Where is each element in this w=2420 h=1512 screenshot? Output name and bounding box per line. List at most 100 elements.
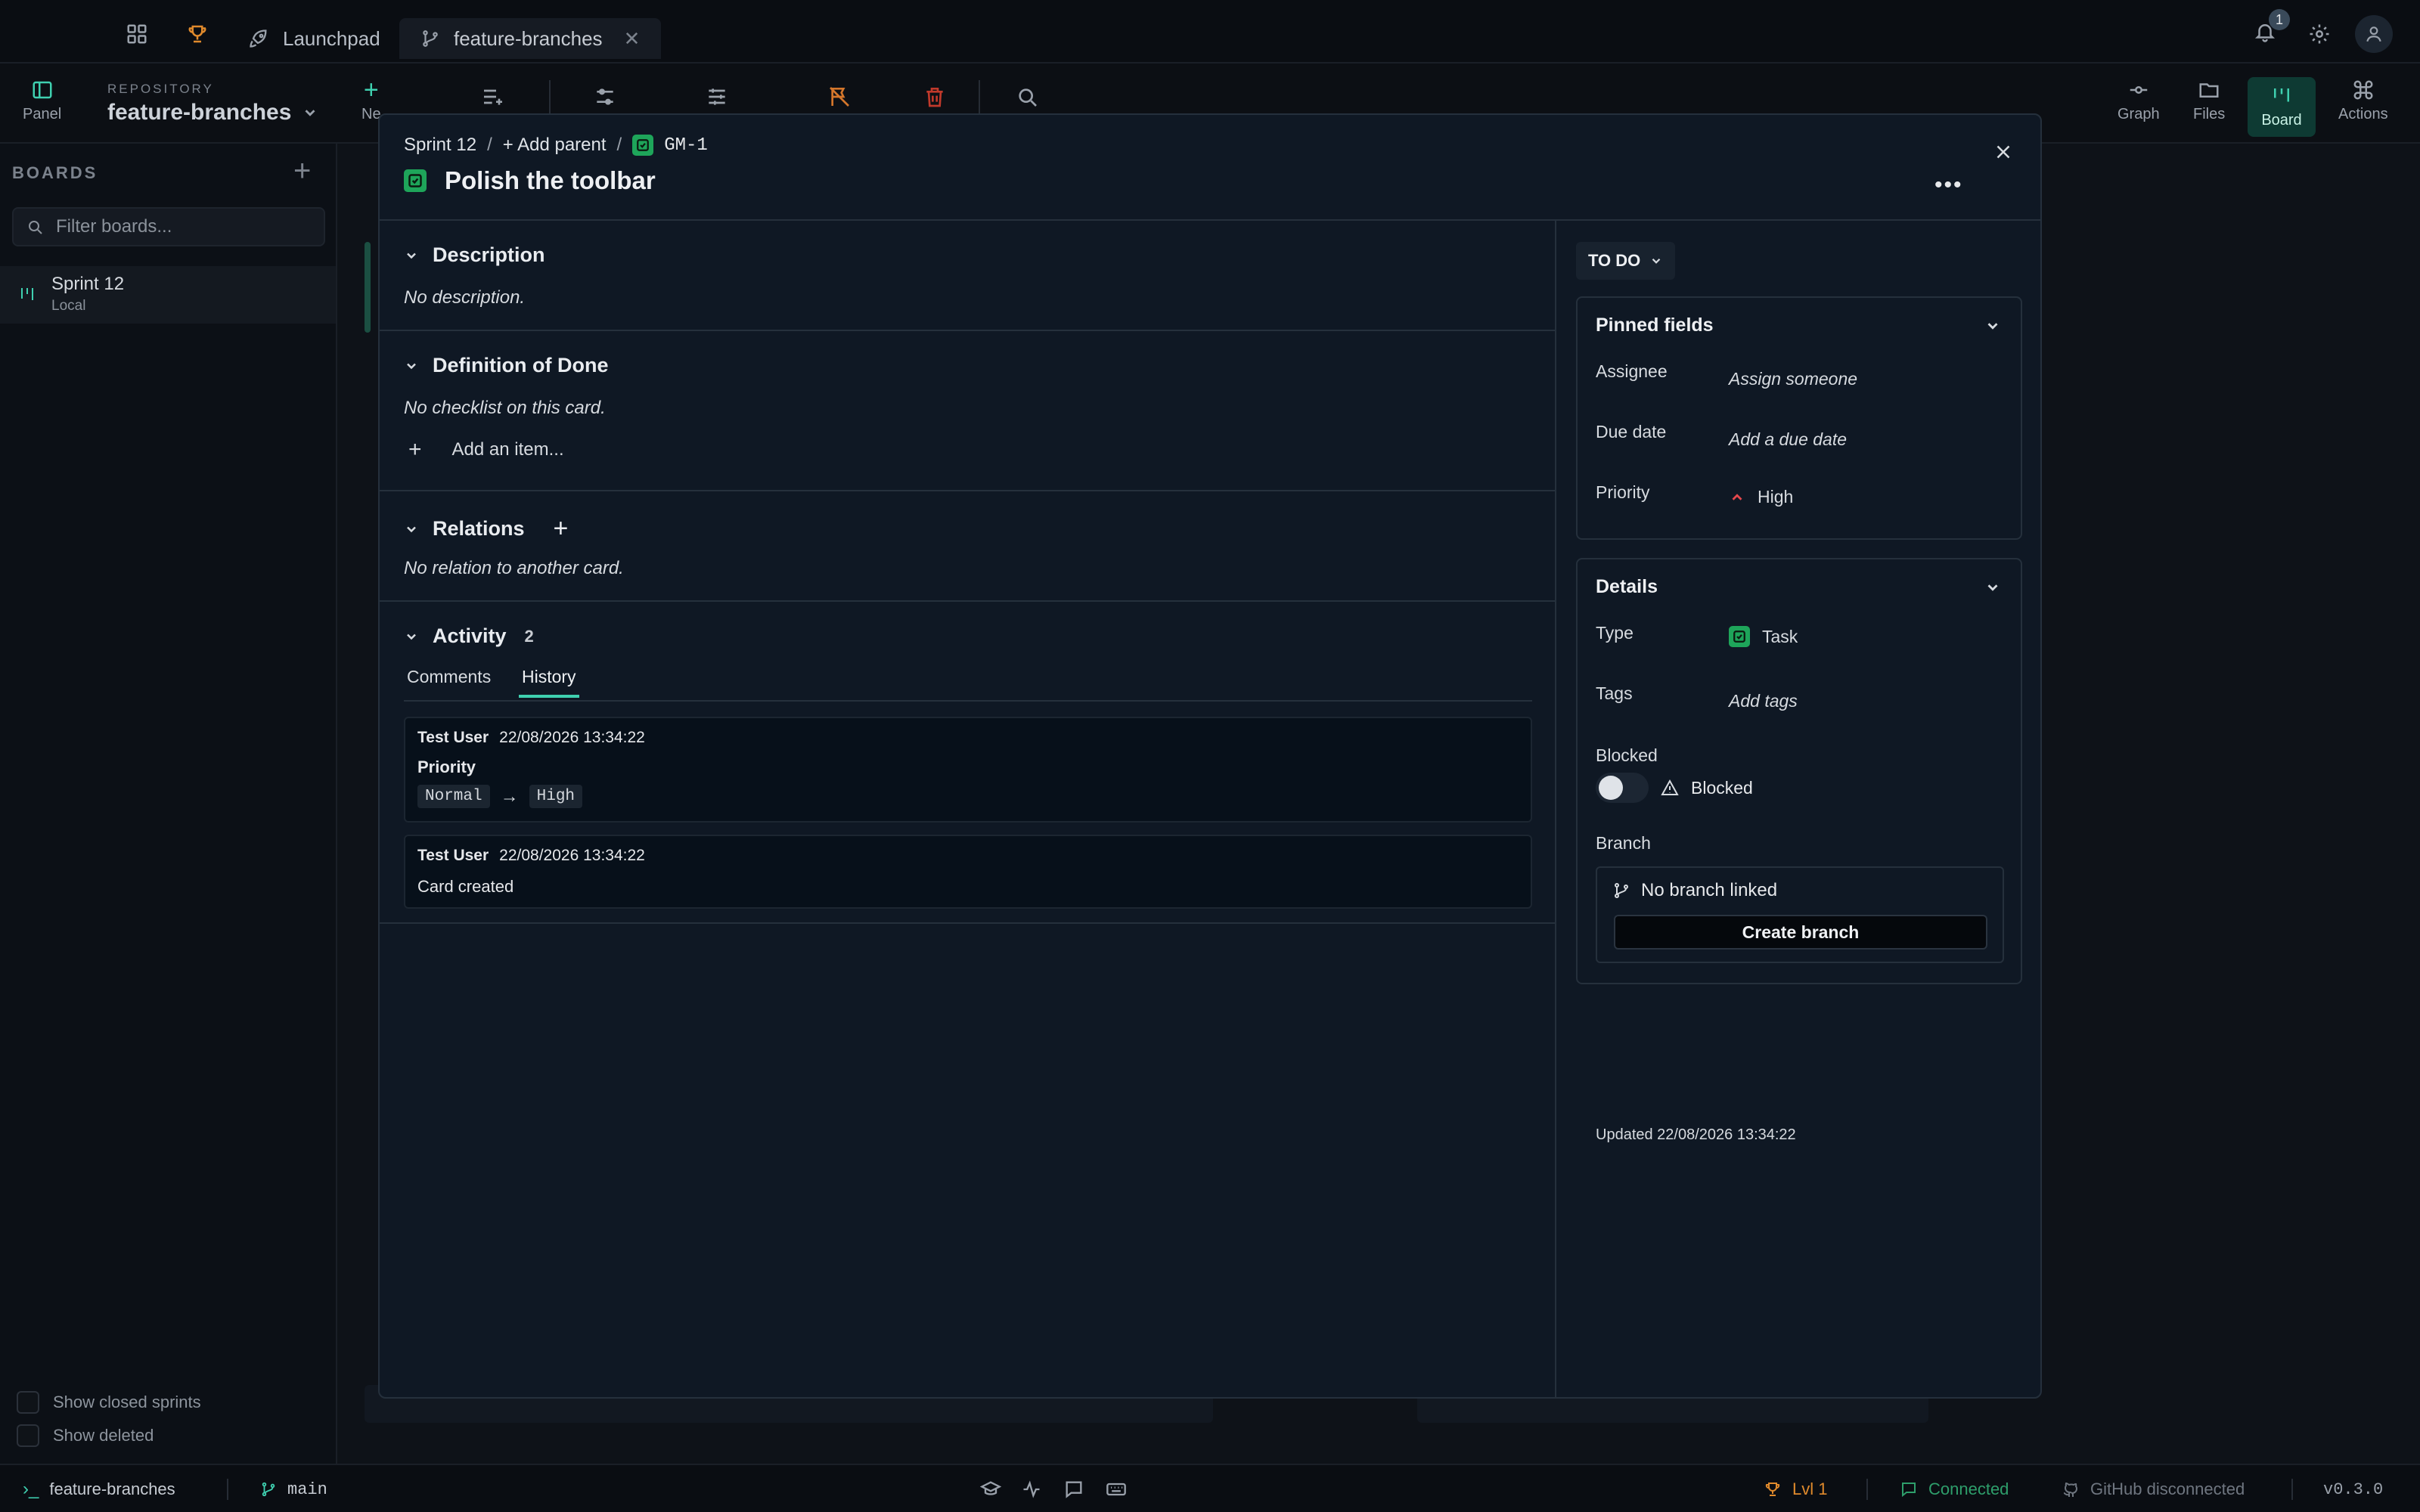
close-icon[interactable] xyxy=(1992,141,2015,163)
more-options-icon[interactable]: ••• xyxy=(1934,172,1963,198)
description-header[interactable]: Description xyxy=(404,243,545,267)
status-dropdown[interactable]: TO DO xyxy=(1576,242,1676,280)
panel-button[interactable]: Panel xyxy=(23,79,61,123)
priority-label: Priority xyxy=(1596,482,1650,502)
user-avatar[interactable] xyxy=(2355,15,2393,53)
assignee-value[interactable]: Assign someone xyxy=(1729,369,1857,389)
dod-header[interactable]: Definition of Done xyxy=(404,354,608,377)
assignee-label: Assignee xyxy=(1596,361,1668,381)
activity-heading: Activity xyxy=(433,624,507,647)
history-entry: Test User 22/08/2026 13:34:22 Priority N… xyxy=(404,717,1532,823)
comment-icon[interactable] xyxy=(1063,1479,1084,1500)
breadcrumb-sprint[interactable]: Sprint 12 xyxy=(404,135,476,156)
github-off-icon xyxy=(2063,1482,2078,1497)
add-checklist-item-button[interactable]: + Add an item... xyxy=(408,437,564,463)
graduation-cap-icon[interactable] xyxy=(980,1479,1001,1500)
card-title[interactable]: Polish the toolbar xyxy=(445,166,656,195)
status-branch[interactable]: main xyxy=(260,1465,327,1512)
add-relation-button[interactable]: + xyxy=(554,514,569,544)
create-branch-button[interactable]: Create branch xyxy=(1614,915,1987,950)
panel-label: Panel xyxy=(23,106,62,122)
task-checkbox-icon xyxy=(404,169,427,192)
tab-feature-branches[interactable]: feature-branches ✕ xyxy=(399,18,662,59)
tab-history[interactable]: History xyxy=(519,667,579,698)
filter-icon[interactable] xyxy=(593,85,617,109)
list-add-icon[interactable] xyxy=(481,85,505,109)
graph-label: Graph xyxy=(2118,106,2160,122)
close-tab-icon[interactable]: ✕ xyxy=(624,27,641,51)
chevron-up-icon xyxy=(1732,493,1742,500)
gear-icon[interactable] xyxy=(2308,23,2331,45)
relations-header[interactable]: Relations + xyxy=(404,514,568,544)
status-level[interactable]: Lvl 1 xyxy=(1764,1465,1827,1512)
graph-button[interactable]: Graph xyxy=(2118,79,2160,123)
sliders-icon[interactable] xyxy=(705,85,729,109)
apps-grid-icon[interactable] xyxy=(126,23,148,45)
tab-label: Launchpad xyxy=(283,26,380,50)
repository-selector[interactable]: feature-branches xyxy=(107,100,318,125)
sidebar-item-sprint-12[interactable]: Sprint 12 Local xyxy=(0,266,336,324)
blocked-toggle-label: Blocked xyxy=(1691,777,1753,798)
keyboard-icon[interactable] xyxy=(1106,1479,1127,1500)
priority-selector[interactable]: High xyxy=(1729,487,1793,507)
chevron-down-icon[interactable] xyxy=(1984,318,2001,334)
flag-off-icon[interactable] xyxy=(827,85,852,109)
new-value-pill: High xyxy=(529,785,583,808)
status-connection[interactable]: Connected xyxy=(1900,1465,2009,1512)
tab-launchpad[interactable]: Launchpad xyxy=(227,18,402,59)
activity-header[interactable]: Activity 2 xyxy=(404,624,534,648)
add-item-label: Add an item... xyxy=(451,439,564,460)
filter-boards-field[interactable] xyxy=(12,207,325,246)
chevron-down-icon xyxy=(407,634,416,640)
due-date-value[interactable]: Add a due date xyxy=(1729,429,1847,450)
new-card-button[interactable]: + Ne xyxy=(361,77,381,123)
show-deleted-label: Show deleted xyxy=(53,1426,154,1445)
files-button[interactable]: Files xyxy=(2193,79,2225,123)
git-branch-icon xyxy=(262,1482,275,1497)
due-date-label: Due date xyxy=(1596,422,1667,442)
command-icon xyxy=(2353,80,2373,100)
blocked-toggle[interactable] xyxy=(1596,773,1649,803)
tags-value[interactable]: Add tags xyxy=(1729,691,1798,711)
status-repo[interactable]: ›_ feature-branches xyxy=(23,1465,175,1512)
add-parent-button[interactable]: + Add parent xyxy=(503,135,607,156)
history-time: 22/08/2026 13:34:22 xyxy=(499,729,645,746)
checkbox[interactable] xyxy=(17,1424,39,1447)
type-value: Task xyxy=(1762,626,1798,646)
status-github[interactable]: GitHub disconnected xyxy=(2062,1465,2245,1512)
definition-of-done-section: Definition of Done No checklist on this … xyxy=(380,331,1556,491)
search-icon[interactable] xyxy=(1015,85,1039,109)
git-branch-icon xyxy=(420,29,440,48)
show-deleted-toggle[interactable]: Show deleted xyxy=(17,1424,154,1447)
status-repo-name: feature-branches xyxy=(49,1479,175,1498)
type-selector[interactable]: Task xyxy=(1729,626,1798,647)
trash-icon[interactable] xyxy=(923,85,947,109)
old-value-pill: Normal xyxy=(417,785,490,808)
board-icon xyxy=(2274,88,2289,102)
chevron-down-icon[interactable] xyxy=(1984,579,2001,596)
sprint-source: Local xyxy=(51,298,86,314)
pinned-fields-panel: Pinned fields Assignee Assign someone Du… xyxy=(1576,296,2022,540)
search-icon xyxy=(29,221,42,234)
trophy-icon[interactable] xyxy=(186,23,209,45)
status-divider xyxy=(2291,1479,2293,1500)
folder-icon xyxy=(2199,83,2219,98)
activity-pulse-icon[interactable] xyxy=(1021,1479,1042,1500)
board-button[interactable]: Board xyxy=(2248,77,2316,137)
tab-comments[interactable]: Comments xyxy=(407,667,491,687)
blocked-toggle-row: Blocked xyxy=(1596,773,1753,803)
branch-label: Branch xyxy=(1596,833,1651,853)
history-user: Test User xyxy=(417,729,489,746)
actions-button[interactable]: Actions xyxy=(2338,79,2388,123)
show-closed-sprints-toggle[interactable]: Show closed sprints xyxy=(17,1391,201,1414)
add-board-button[interactable]: + xyxy=(293,154,311,188)
description-text[interactable]: No description. xyxy=(404,287,525,308)
status-branch-name: main xyxy=(287,1479,327,1499)
checkbox[interactable] xyxy=(17,1391,39,1414)
warning-icon xyxy=(1661,779,1679,795)
filter-boards-input[interactable] xyxy=(56,216,306,237)
chevron-down-icon xyxy=(407,526,416,532)
relations-section: Relations + No relation to another card. xyxy=(380,491,1556,602)
history-change: Normal → High xyxy=(417,785,583,808)
repository-label: REPOSITORY xyxy=(107,82,214,96)
